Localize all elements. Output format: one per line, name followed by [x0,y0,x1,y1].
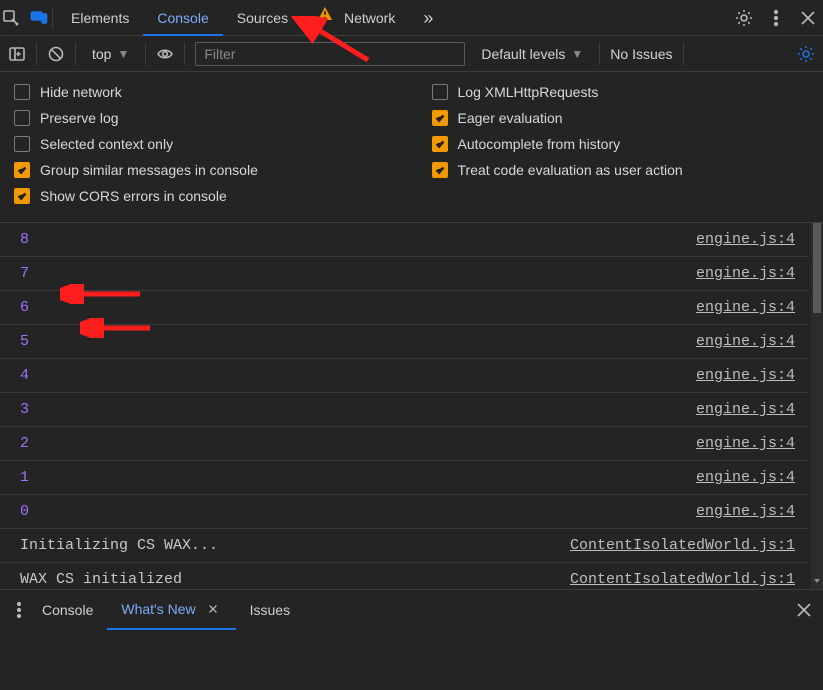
log-message: 6 [20,299,29,316]
log-source-link[interactable]: engine.js:4 [696,299,795,316]
chk-autocomplete[interactable]: Autocomplete from history [432,136,810,152]
log-source-link[interactable]: engine.js:4 [696,503,795,520]
log-row: 1 engine.js:4 [0,461,809,495]
log-row: 2 engine.js:4 [0,427,809,461]
log-message: WAX CS initialized [20,571,182,588]
log-source-link[interactable]: engine.js:4 [696,435,795,452]
log-message: 5 [20,333,29,350]
chk-hide-network[interactable]: Hide network [14,84,392,100]
scroll-down-icon[interactable] [811,575,823,587]
log-levels-dropdown[interactable]: Default levels ▼ [475,46,589,62]
scrollbar-thumb[interactable] [813,223,821,313]
log-source-link[interactable]: engine.js:4 [696,367,795,384]
chevron-down-icon: ▼ [117,47,129,61]
chk-preserve-log[interactable]: Preserve log [14,110,392,126]
sidebar-toggle-icon[interactable] [8,45,26,63]
log-source-link[interactable]: engine.js:4 [696,231,795,248]
devtools-tabstrip: Elements Console Sources Network » [0,0,823,36]
kebab-menu-icon[interactable] [10,601,28,619]
console-log-area: 8 engine.js:4 7 engine.js:4 6 engine.js:4 5 eng… [0,223,823,589]
log-row: 5 engine.js:4 [0,325,809,359]
log-row: Initializing CS WAX... ContentIsolatedWor… [0,529,809,563]
console-settings-panel: Hide network Log XMLHttpRequests Preserv… [0,72,823,223]
clear-console-icon[interactable] [47,45,65,63]
log-row: 3 engine.js:4 [0,393,809,427]
tab-sources[interactable]: Sources [223,0,302,36]
chk-log-xhr[interactable]: Log XMLHttpRequests [432,84,810,100]
scrollbar[interactable] [811,223,823,589]
log-message: 7 [20,265,29,282]
close-devtools-icon[interactable] [799,9,817,27]
log-message: 1 [20,469,29,486]
drawer-tab-issues[interactable]: Issues [236,590,304,630]
tab-network[interactable]: Network [302,0,409,36]
context-dropdown[interactable]: top ▼ [86,46,135,62]
log-row: 0 engine.js:4 [0,495,809,529]
console-settings-gear-icon[interactable] [797,45,815,63]
close-tab-icon[interactable] [204,600,222,618]
log-message: 0 [20,503,29,520]
kebab-menu-icon[interactable] [767,9,785,27]
filter-input[interactable] [195,42,465,66]
device-toggle-icon[interactable] [30,9,48,27]
chk-group-similar[interactable]: Group similar messages in console [14,162,392,178]
log-message: 8 [20,231,29,248]
log-row: 7 engine.js:4 [0,257,809,291]
tab-console[interactable]: Console [143,0,222,36]
chk-selected-context[interactable]: Selected context only [14,136,392,152]
chk-show-cors[interactable]: Show CORS errors in console [14,188,392,204]
chevron-down-icon: ▼ [571,47,583,61]
close-drawer-icon[interactable] [795,601,813,619]
log-row: 4 engine.js:4 [0,359,809,393]
log-message: 3 [20,401,29,418]
log-row: WAX CS initialized ContentIsolatedWorld.j… [0,563,809,589]
log-message: 2 [20,435,29,452]
live-expression-icon[interactable] [156,45,174,63]
log-message: 4 [20,367,29,384]
warning-icon [316,5,334,23]
log-row: 8 engine.js:4 [0,223,809,257]
drawer-tabstrip: Console What's New Issues [0,589,823,629]
chk-eager-eval[interactable]: Eager evaluation [432,110,810,126]
log-source-link[interactable]: engine.js:4 [696,469,795,486]
log-source-link[interactable]: ContentIsolatedWorld.js:1 [570,571,795,588]
log-source-link[interactable]: engine.js:4 [696,265,795,282]
issues-link[interactable]: No Issues [610,46,672,62]
inspect-icon[interactable] [2,9,20,27]
tab-elements[interactable]: Elements [57,0,143,36]
drawer-tab-console[interactable]: Console [28,590,107,630]
log-row: 6 engine.js:4 [0,291,809,325]
settings-gear-icon[interactable] [735,9,753,27]
log-source-link[interactable]: engine.js:4 [696,333,795,350]
log-source-link[interactable]: engine.js:4 [696,401,795,418]
log-source-link[interactable]: ContentIsolatedWorld.js:1 [570,537,795,554]
console-toolbar: top ▼ Default levels ▼ No Issues [0,36,823,72]
log-message: Initializing CS WAX... [20,537,218,554]
chk-treat-eval[interactable]: Treat code evaluation as user action [432,162,810,178]
tabs-overflow[interactable]: » [409,0,447,36]
drawer-tab-whatsnew[interactable]: What's New [107,590,235,630]
